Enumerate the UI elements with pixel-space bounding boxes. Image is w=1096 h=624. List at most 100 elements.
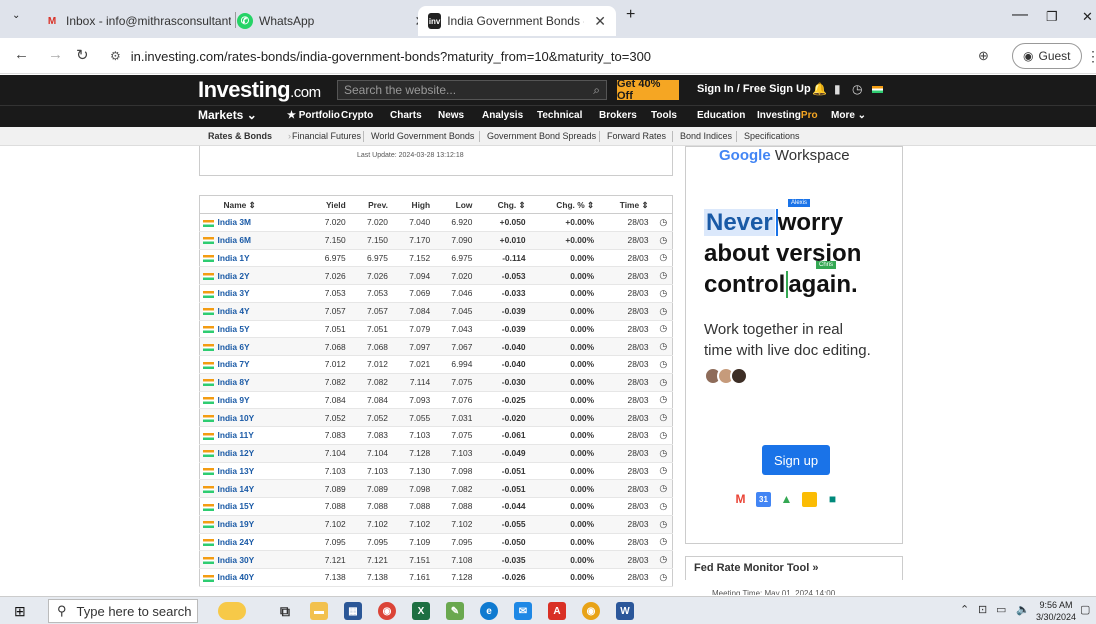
excel-icon[interactable]: X	[412, 602, 430, 620]
close-window-button[interactable]: ✕	[1082, 9, 1093, 25]
table-row[interactable]: India 3Y 7.053 7.053 7.069 7.046 -0.033 0.00% 2…	[199, 284, 673, 303]
minimize-button[interactable]: —	[1012, 6, 1028, 24]
url-text[interactable]: in.investing.com/rates-bonds/india-gover…	[131, 49, 651, 64]
tab-whatsapp[interactable]: ✆ WhatsApp ✕	[237, 6, 426, 36]
table-row[interactable]: India 30Y 7.121 7.121 7.151 7.108 -0.035 0.00%…	[199, 550, 673, 569]
url-bar[interactable]: ⚙ in.investing.com/rates-bonds/india-gov…	[104, 42, 994, 70]
new-tab-button[interactable]: +	[626, 6, 635, 24]
nav-education[interactable]: Education	[697, 110, 745, 121]
profile-button[interactable]: ◉ Guest	[1012, 43, 1082, 69]
bond-name-link[interactable]: India 5Y	[218, 324, 250, 334]
table-row[interactable]: India 11Y 7.083 7.083 7.103 7.075 -0.061 0.00%…	[199, 426, 673, 445]
col-chg[interactable]: Chg. ⇕	[478, 195, 532, 214]
bond-name-link[interactable]: India 24Y	[218, 537, 255, 547]
bond-name-link[interactable]: India 1Y	[218, 253, 250, 263]
subnav-rates-bonds[interactable]: Rates & Bonds	[208, 131, 272, 141]
word-icon[interactable]: W	[616, 602, 634, 620]
bond-name-link[interactable]: India 9Y	[218, 395, 250, 405]
bond-name-link[interactable]: India 30Y	[218, 555, 255, 565]
table-row[interactable]: India 8Y 7.082 7.082 7.114 7.075 -0.030 0.00% 2…	[199, 373, 673, 392]
bond-name-link[interactable]: India 13Y	[218, 466, 255, 476]
subnav-bond-indices[interactable]: Bond Indices	[680, 131, 732, 141]
nav-more[interactable]: More ⌄	[831, 110, 866, 121]
bond-name-link[interactable]: India 10Y	[218, 413, 255, 423]
bond-name-link[interactable]: India 40Y	[218, 572, 255, 582]
india-flag-icon[interactable]	[872, 82, 883, 96]
forward-icon[interactable]: →	[48, 46, 63, 63]
close-tab-icon[interactable]: ✕	[594, 13, 606, 30]
bond-name-link[interactable]: India 19Y	[218, 519, 255, 529]
bond-name-link[interactable]: India 7Y	[218, 359, 250, 369]
file-explorer-icon[interactable]: ▬	[310, 602, 328, 620]
table-row[interactable]: India 24Y 7.095 7.095 7.109 7.095 -0.050 0.00%…	[199, 533, 673, 552]
subnav-specifications[interactable]: Specifications	[744, 131, 800, 141]
taskbar-clock[interactable]: 9:56 AM 3/30/2024	[1036, 599, 1076, 623]
table-row[interactable]: India 10Y 7.052 7.052 7.055 7.031 -0.020 0.00%…	[199, 408, 673, 427]
site-search-input[interactable]: Search the website... ⌕	[337, 80, 607, 100]
col-time[interactable]: Time ⇕	[600, 195, 655, 214]
acrobat-icon[interactable]: A	[548, 602, 566, 620]
windows-start-icon[interactable]: ⊞	[14, 603, 26, 620]
nav-tools[interactable]: Tools	[651, 110, 677, 121]
mail-icon[interactable]: ✉	[514, 602, 532, 620]
chrome-icon[interactable]: ◉	[378, 602, 396, 620]
maximize-button[interactable]: ❐	[1046, 9, 1058, 25]
table-row[interactable]: India 6M 7.150 7.150 7.170 7.090 +0.010 +0.00%…	[199, 231, 673, 250]
col-chg-pct[interactable]: Chg. % ⇕	[531, 195, 601, 214]
table-row[interactable]: India 15Y 7.088 7.088 7.088 7.088 -0.044 0.00%…	[199, 497, 673, 516]
tab-gmail[interactable]: M Inbox - info@mithrasconsultant ✕	[44, 6, 253, 36]
nav-charts[interactable]: Charts	[390, 110, 422, 121]
table-row[interactable]: India 19Y 7.102 7.102 7.102 7.102 -0.055 0.00%…	[199, 515, 673, 534]
tab-search-icon[interactable]: ⌄	[12, 10, 20, 21]
offer-button[interactable]: Get 40% Off	[617, 78, 679, 102]
site-settings-icon[interactable]: ⚙	[110, 49, 121, 63]
investing-logo[interactable]: Investing.com	[198, 77, 321, 103]
notifications-icon[interactable]: ▢	[1080, 603, 1090, 616]
bond-name-link[interactable]: India 6M	[218, 235, 252, 245]
task-view-icon[interactable]: ⧉	[276, 602, 294, 620]
table-row[interactable]: India 40Y 7.138 7.138 7.161 7.128 -0.026 0.00%…	[199, 568, 673, 587]
table-row[interactable]: India 3M 7.020 7.020 7.040 6.920 +0.050 +0.00%…	[199, 213, 673, 232]
nav-technical[interactable]: Technical	[537, 110, 582, 121]
table-row[interactable]: India 2Y 7.026 7.026 7.094 7.020 -0.053 0.00% 2…	[199, 266, 673, 285]
col-name[interactable]: Name ⇕	[217, 195, 310, 214]
menu-icon[interactable]: ⋮	[1086, 48, 1096, 65]
nav-analysis[interactable]: Analysis	[482, 110, 523, 121]
nav-markets[interactable]: Markets ⌄	[198, 108, 257, 122]
bond-name-link[interactable]: India 15Y	[218, 501, 255, 511]
table-row[interactable]: India 6Y 7.068 7.068 7.097 7.067 -0.040 0.00% 2…	[199, 337, 673, 356]
bell-icon[interactable]: 🔔	[812, 82, 827, 96]
subnav-world-government-bonds[interactable]: World Government Bonds	[371, 131, 474, 141]
tab-investing[interactable]: inv India Government Bonds - Inve ✕	[418, 6, 616, 36]
zoom-icon[interactable]: ⊕	[978, 48, 989, 64]
ad-signup-button[interactable]: Sign up	[762, 445, 830, 475]
paint-icon[interactable]: ✎	[446, 602, 464, 620]
table-row[interactable]: India 5Y 7.051 7.051 7.079 7.043 -0.039 0.00% 2…	[199, 320, 673, 339]
bond-name-link[interactable]: India 8Y	[218, 377, 250, 387]
tray-display-icon[interactable]: ▭	[996, 603, 1006, 616]
news-widget-icon[interactable]	[218, 602, 246, 620]
tray-chevron-icon[interactable]: ⌃	[960, 603, 969, 616]
table-row[interactable]: India 13Y 7.103 7.103 7.130 7.098 -0.051 0.00%…	[199, 462, 673, 481]
table-row[interactable]: India 9Y 7.084 7.084 7.093 7.076 -0.025 0.00% 2…	[199, 391, 673, 410]
table-row[interactable]: India 14Y 7.089 7.089 7.098 7.082 -0.051 0.00%…	[199, 479, 673, 498]
bond-name-link[interactable]: India 6Y	[218, 342, 250, 352]
bond-name-link[interactable]: India 3M	[218, 217, 252, 227]
subnav-government-bond-spreads[interactable]: Government Bond Spreads	[487, 131, 596, 141]
store-icon[interactable]: ▦	[344, 602, 362, 620]
nav-news[interactable]: News	[438, 110, 464, 121]
portfolio-icon[interactable]: ▮	[834, 82, 841, 96]
bond-name-link[interactable]: India 4Y	[218, 306, 250, 316]
table-row[interactable]: India 12Y 7.104 7.104 7.128 7.103 -0.049 0.00%…	[199, 444, 673, 463]
reload-icon[interactable]: ↻	[76, 46, 89, 64]
back-icon[interactable]: ←	[14, 46, 29, 63]
table-row[interactable]: India 7Y 7.012 7.012 7.021 6.994 -0.040 0.00% 2…	[199, 355, 673, 374]
table-row[interactable]: India 1Y 6.975 6.975 7.152 6.975 -0.114 0.00% 2…	[199, 249, 673, 268]
nav-investing-pro[interactable]: InvestingPro	[757, 110, 818, 121]
nav-brokers[interactable]: Brokers	[599, 110, 637, 121]
subnav-financial-futures[interactable]: Financial Futures	[292, 131, 361, 141]
fed-rate-monitor-title[interactable]: Fed Rate Monitor Tool »	[694, 562, 818, 574]
google-workspace-ad[interactable]: Google Workspace Alexis Chris Never worry…	[685, 146, 903, 544]
bond-name-link[interactable]: India 11Y	[218, 430, 254, 440]
tray-network-icon[interactable]: ⊡	[978, 603, 987, 616]
